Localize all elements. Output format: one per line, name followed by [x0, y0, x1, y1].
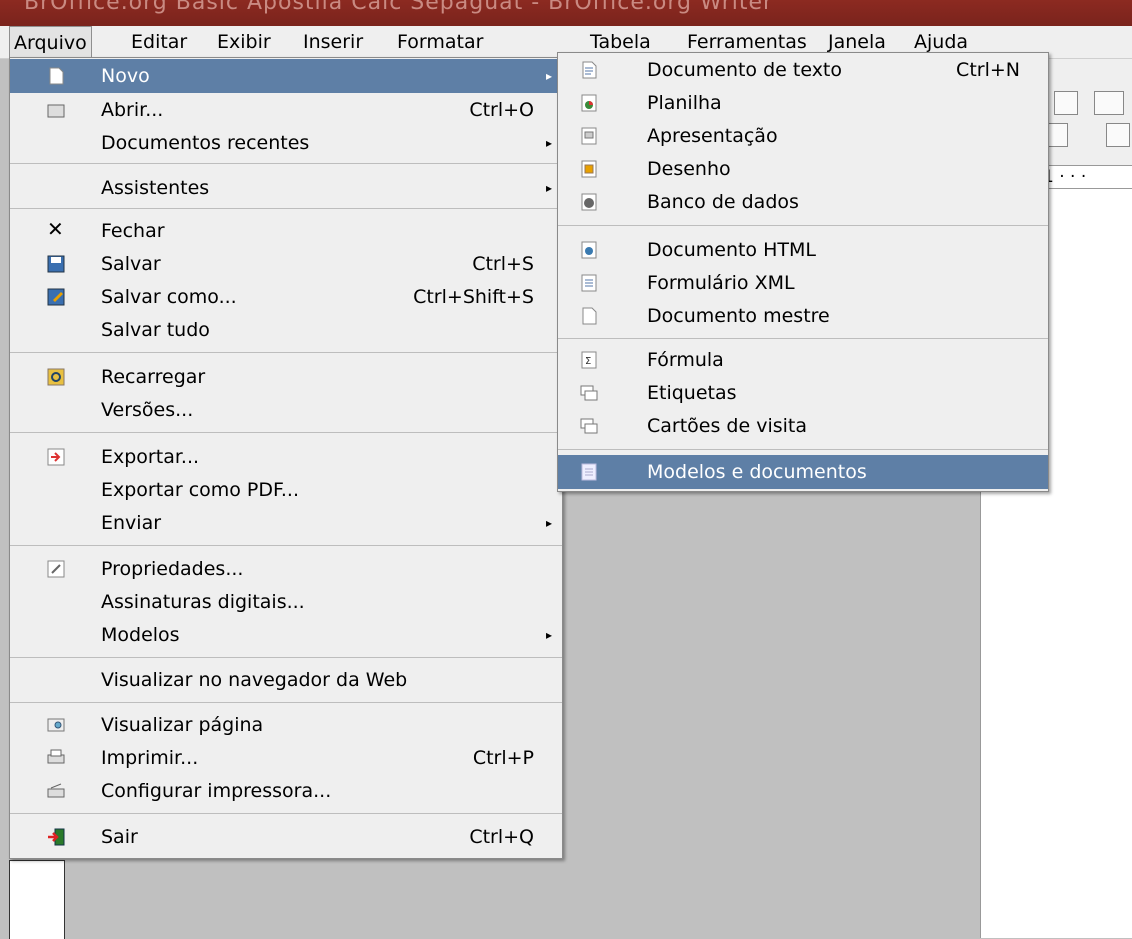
page-preview-icon: [47, 716, 65, 734]
separator: [10, 208, 562, 209]
database-icon: [580, 193, 598, 211]
menu-item-versoes[interactable]: Versões...: [10, 393, 562, 427]
menu-item-fechar[interactable]: ✕ Fechar: [10, 214, 562, 248]
menu-item-assistentes[interactable]: Assistentes ▸: [10, 171, 562, 205]
arquivo-menu: Novo ▸ Abrir... Ctrl+O Documentos recent…: [9, 57, 563, 859]
novo-submenu: Documento de texto Ctrl+N Planilha Apres…: [557, 52, 1049, 492]
menu-item-propriedades[interactable]: Propriedades...: [10, 552, 562, 586]
save-icon: [47, 255, 65, 273]
separator: [10, 432, 562, 433]
menu-item-exportar[interactable]: Exportar...: [10, 440, 562, 474]
submenu-item-documento-mestre[interactable]: Documento mestre: [558, 299, 1048, 333]
separator: [10, 657, 562, 658]
menu-item-salvar-tudo[interactable]: Salvar tudo: [10, 313, 562, 347]
new-button-icon[interactable]: [1054, 91, 1078, 115]
title-bar: BrOffice.org Basic Apostila Calc Sepagua…: [0, 0, 1132, 26]
xml-form-icon: [580, 274, 598, 292]
separator: [558, 225, 1048, 226]
separator: [10, 163, 562, 164]
menu-editar[interactable]: Editar: [127, 26, 191, 58]
menu-item-salvar[interactable]: Salvar Ctrl+S: [10, 247, 562, 281]
submenu-item-banco-dados[interactable]: Banco de dados: [558, 185, 1048, 219]
html-document-icon: [580, 241, 598, 259]
submenu-item-documento-html[interactable]: Documento HTML: [558, 233, 1048, 267]
submenu-item-desenho[interactable]: Desenho: [558, 152, 1048, 186]
master-document-icon: [580, 307, 598, 325]
submenu-item-formulario-xml[interactable]: Formulário XML: [558, 266, 1048, 300]
menu-item-recarregar[interactable]: Recarregar: [10, 360, 562, 394]
menu-item-configurar-impressora[interactable]: Configurar impressora...: [10, 774, 562, 808]
separator: [558, 449, 1048, 450]
submenu-item-modelos-documentos[interactable]: Modelos e documentos: [558, 455, 1048, 489]
menu-inserir[interactable]: Inserir: [299, 26, 367, 58]
spreadsheet-icon: [580, 94, 598, 112]
menu-item-modelos[interactable]: Modelos ▸: [10, 618, 562, 652]
submenu-arrow-icon: ▸: [545, 136, 552, 150]
separator: [10, 545, 562, 546]
labels-icon: [580, 384, 598, 402]
export-icon: [47, 448, 65, 466]
open-folder-icon: [47, 101, 65, 119]
new-doc-icon: [47, 67, 65, 85]
text-document-icon: [580, 61, 598, 79]
menu-item-documentos-recentes[interactable]: Documentos recentes ▸: [10, 126, 562, 160]
menu-arquivo[interactable]: Arquivo: [9, 26, 92, 58]
menu-formatar[interactable]: Formatar: [393, 26, 487, 58]
submenu-arrow-icon: ▸: [545, 69, 552, 83]
submenu-item-documento-texto[interactable]: Documento de texto Ctrl+N: [558, 53, 1048, 87]
drawing-icon: [580, 160, 598, 178]
submenu-arrow-icon: ▸: [545, 181, 552, 195]
submenu-arrow-icon: ▸: [545, 628, 552, 642]
reload-icon: [47, 368, 65, 386]
submenu-item-etiquetas[interactable]: Etiquetas: [558, 376, 1048, 410]
menu-item-salvar-como[interactable]: Salvar como... Ctrl+Shift+S: [10, 280, 562, 314]
save-as-icon: [47, 288, 65, 306]
submenu-item-planilha[interactable]: Planilha: [558, 86, 1048, 120]
svg-text:Σ: Σ: [585, 356, 591, 367]
submenu-item-cartoes-visita[interactable]: Cartões de visita: [558, 409, 1048, 443]
separator: [10, 813, 562, 814]
formula-icon: Σ: [580, 351, 598, 369]
close-x-icon: ✕: [47, 217, 64, 241]
separator: [558, 338, 1048, 339]
ruler: 1 · · ·: [1040, 165, 1132, 189]
menu-item-sair[interactable]: Sair Ctrl+Q: [10, 820, 562, 854]
separator: [10, 352, 562, 353]
submenu-arrow-icon: ▸: [545, 516, 552, 530]
print-icon: [47, 749, 65, 767]
menu-item-enviar[interactable]: Enviar ▸: [10, 506, 562, 540]
separator: [10, 702, 562, 703]
menu-item-novo[interactable]: Novo ▸: [10, 59, 562, 93]
submenu-item-formula[interactable]: Σ Fórmula: [558, 343, 1048, 377]
table-icon[interactable]: [1094, 91, 1124, 115]
business-cards-icon: [580, 417, 598, 435]
menu-exibir[interactable]: Exibir: [213, 26, 275, 58]
window-title: BrOffice.org Basic Apostila Calc Sepagua…: [24, 0, 774, 15]
menu-item-visualizar-web[interactable]: Visualizar no navegador da Web: [10, 663, 562, 697]
left-margin-strip: [9, 860, 65, 939]
menu-item-exportar-pdf[interactable]: Exportar como PDF...: [10, 473, 562, 507]
menu-item-visualizar-pagina[interactable]: Visualizar página: [10, 708, 562, 742]
presentation-icon: [580, 127, 598, 145]
properties-icon: [47, 560, 65, 578]
printer-settings-icon: [47, 782, 65, 800]
submenu-item-apresentacao[interactable]: Apresentação: [558, 119, 1048, 153]
menu-item-abrir[interactable]: Abrir... Ctrl+O: [10, 93, 562, 127]
menu-item-imprimir[interactable]: Imprimir... Ctrl+P: [10, 741, 562, 775]
menu-item-assinaturas[interactable]: Assinaturas digitais...: [10, 585, 562, 619]
templates-icon: [580, 463, 598, 481]
exit-icon: [47, 828, 65, 846]
align-icon[interactable]: [1106, 123, 1130, 147]
